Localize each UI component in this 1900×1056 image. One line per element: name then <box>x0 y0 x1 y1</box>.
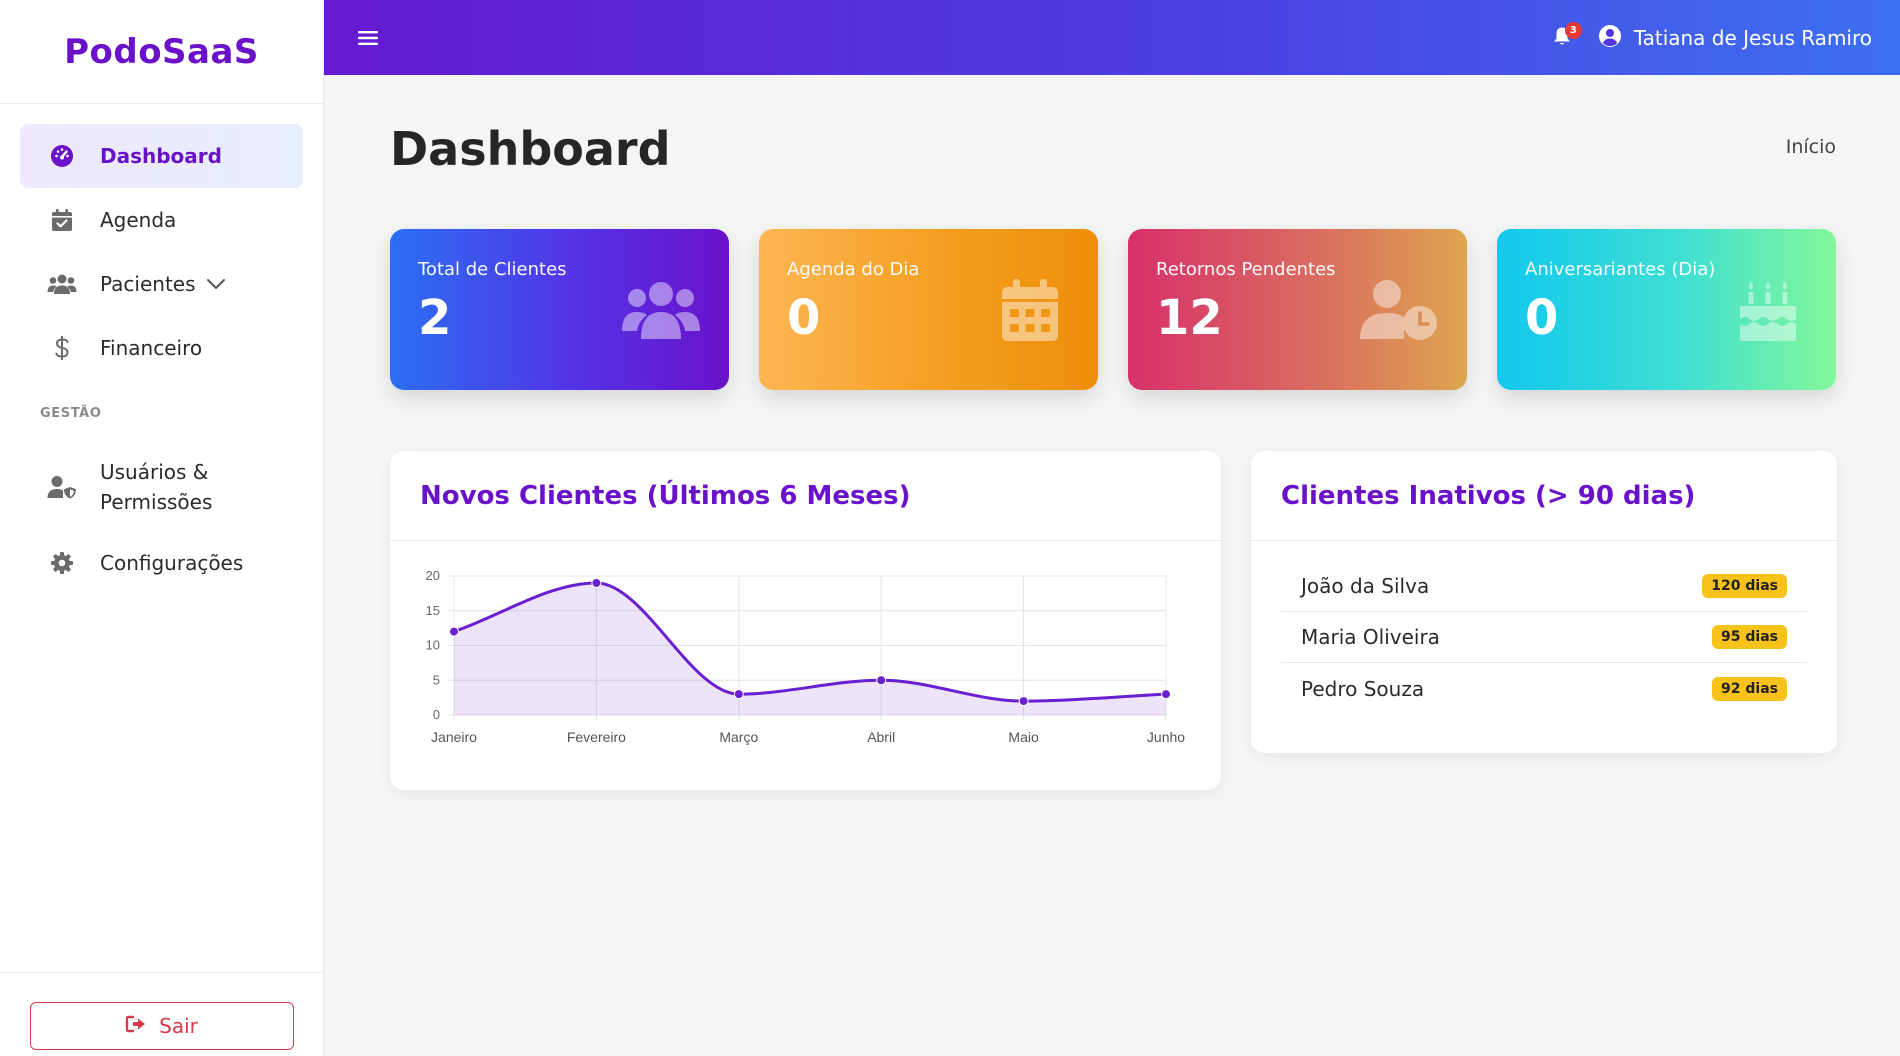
notifications-button[interactable]: 3 <box>1548 21 1582 52</box>
topbar-right: 3 Tatiana de Jesus Ramiro <box>1548 21 1872 52</box>
sidebar-item-usuarios-permissoes[interactable]: Usuários & Permissões <box>20 443 303 531</box>
x-tick-label: Junho <box>1147 729 1185 745</box>
notification-count-badge: 3 <box>1564 21 1582 39</box>
data-point <box>591 577 602 588</box>
sidebar-item-agenda[interactable]: Agenda <box>20 188 303 252</box>
brand[interactable]: PodoSaaS <box>0 0 323 104</box>
sidebar-item-label: Financeiro <box>100 336 203 360</box>
sidebar-nav: Dashboard Agenda Pacientes Financeiro GE… <box>0 104 323 595</box>
x-tick-label: Maio <box>1008 729 1039 745</box>
sidebar-footer: Sair <box>0 972 323 1056</box>
sidebar-item-label: Pacientes <box>100 272 196 296</box>
user-menu[interactable]: Tatiana de Jesus Ramiro <box>1598 24 1872 52</box>
inactive-clients-panel: Clientes Inativos (> 90 dias) João da Si… <box>1251 451 1837 753</box>
x-tick-label: Janeiro <box>431 729 477 745</box>
gauge-icon <box>46 142 78 170</box>
calendar-icon <box>990 277 1070 343</box>
topbar: 3 Tatiana de Jesus Ramiro <box>324 0 1900 75</box>
client-name: João da Silva <box>1301 574 1430 598</box>
user-circle-icon <box>1598 24 1622 52</box>
sidebar-item-pacientes[interactable]: Pacientes <box>20 252 303 316</box>
menu-toggle-icon[interactable] <box>354 24 382 52</box>
data-point <box>876 675 887 686</box>
panel-header: Novos Clientes (Últimos 6 Meses) <box>390 451 1221 541</box>
gear-icon <box>46 549 78 577</box>
sidebar-item-dashboard[interactable]: Dashboard <box>20 124 303 188</box>
logout-label: Sair <box>159 1014 198 1038</box>
data-point <box>1018 696 1029 707</box>
y-tick-label: 5 <box>433 672 440 687</box>
x-tick-label: Abril <box>867 729 895 745</box>
days-inactive-badge: 95 dias <box>1712 625 1787 649</box>
birthday-cake-icon <box>1728 277 1808 343</box>
dollar-icon <box>46 334 78 362</box>
stat-card-retornos-pendentes[interactable]: Retornos Pendentes 12 <box>1128 229 1467 390</box>
days-inactive-badge: 92 dias <box>1712 676 1787 701</box>
sign-out-icon <box>125 1014 147 1038</box>
users-icon <box>46 270 78 298</box>
panel-title: Clientes Inativos (> 90 dias) <box>1281 480 1696 511</box>
panel-title: Novos Clientes (Últimos 6 Meses) <box>420 480 911 511</box>
sidebar-item-label: Configurações <box>100 551 244 575</box>
stat-card-total-clientes[interactable]: Total de Clientes 2 <box>390 229 729 390</box>
inactive-clients-list: João da Silva 120 dias Maria Oliveira 95… <box>1251 541 1837 714</box>
list-item[interactable]: Maria Oliveira 95 dias <box>1281 612 1807 663</box>
sidebar-item-financeiro[interactable]: Financeiro <box>20 316 303 380</box>
sidebar-section-label: GESTÃO <box>40 406 102 421</box>
x-tick-label: Março <box>719 729 758 745</box>
y-tick-label: 0 <box>433 707 440 722</box>
panel-header: Clientes Inativos (> 90 dias) <box>1251 451 1837 541</box>
calendar-check-icon <box>46 206 78 234</box>
sidebar-item-label: Agenda <box>100 208 177 232</box>
series-area <box>454 582 1166 715</box>
sidebar-item-label: Usuários & Permissões <box>100 460 213 514</box>
y-tick-label: 10 <box>426 638 440 653</box>
breadcrumb-home[interactable]: Início <box>1786 136 1836 158</box>
sidebar: PodoSaaS Dashboard Agenda Pacientes Fina… <box>0 0 324 1056</box>
stat-card-aniversariantes[interactable]: Aniversariantes (Dia) 0 <box>1497 229 1836 390</box>
chevron-down-icon[interactable] <box>206 275 226 294</box>
sidebar-item-label: Dashboard <box>100 144 222 168</box>
data-point <box>1161 689 1171 700</box>
line-chart: 0 5 10 15 20 Janeiro Fevereiro Março Abril Maio Ju… <box>426 568 1186 745</box>
new-clients-panel: Novos Clientes (Últimos 6 Meses) 0 5 10 15 2… <box>390 451 1221 790</box>
page-title: Dashboard <box>390 122 671 176</box>
stat-cards: Total de Clientes 2 Agenda do Dia 0 Reto… <box>390 229 1837 390</box>
client-name: Pedro Souza <box>1301 676 1425 701</box>
data-point <box>733 689 744 700</box>
brand-logo-text[interactable]: PodoSaaS <box>64 32 259 72</box>
y-tick-label: 15 <box>426 603 440 618</box>
sidebar-item-configuracoes[interactable]: Configurações <box>20 531 303 595</box>
stat-card-agenda-dia[interactable]: Agenda do Dia 0 <box>759 229 1098 390</box>
user-name: Tatiana de Jesus Ramiro <box>1633 25 1872 50</box>
user-shield-icon <box>46 473 78 501</box>
days-inactive-badge: 120 dias <box>1702 574 1787 598</box>
client-name: Maria Oliveira <box>1301 625 1440 649</box>
y-tick-label: 20 <box>426 568 440 583</box>
x-tick-label: Fevereiro <box>567 729 626 745</box>
new-clients-chart: 0 5 10 15 20 Janeiro Fevereiro Março Abril Maio Ju… <box>390 542 1221 790</box>
list-item[interactable]: Pedro Souza 92 dias <box>1281 663 1807 714</box>
user-clock-icon <box>1359 277 1439 343</box>
users-icon <box>621 277 701 343</box>
list-item[interactable]: João da Silva 120 dias <box>1281 561 1807 612</box>
data-point <box>449 626 459 637</box>
logout-button[interactable]: Sair <box>29 1002 294 1050</box>
